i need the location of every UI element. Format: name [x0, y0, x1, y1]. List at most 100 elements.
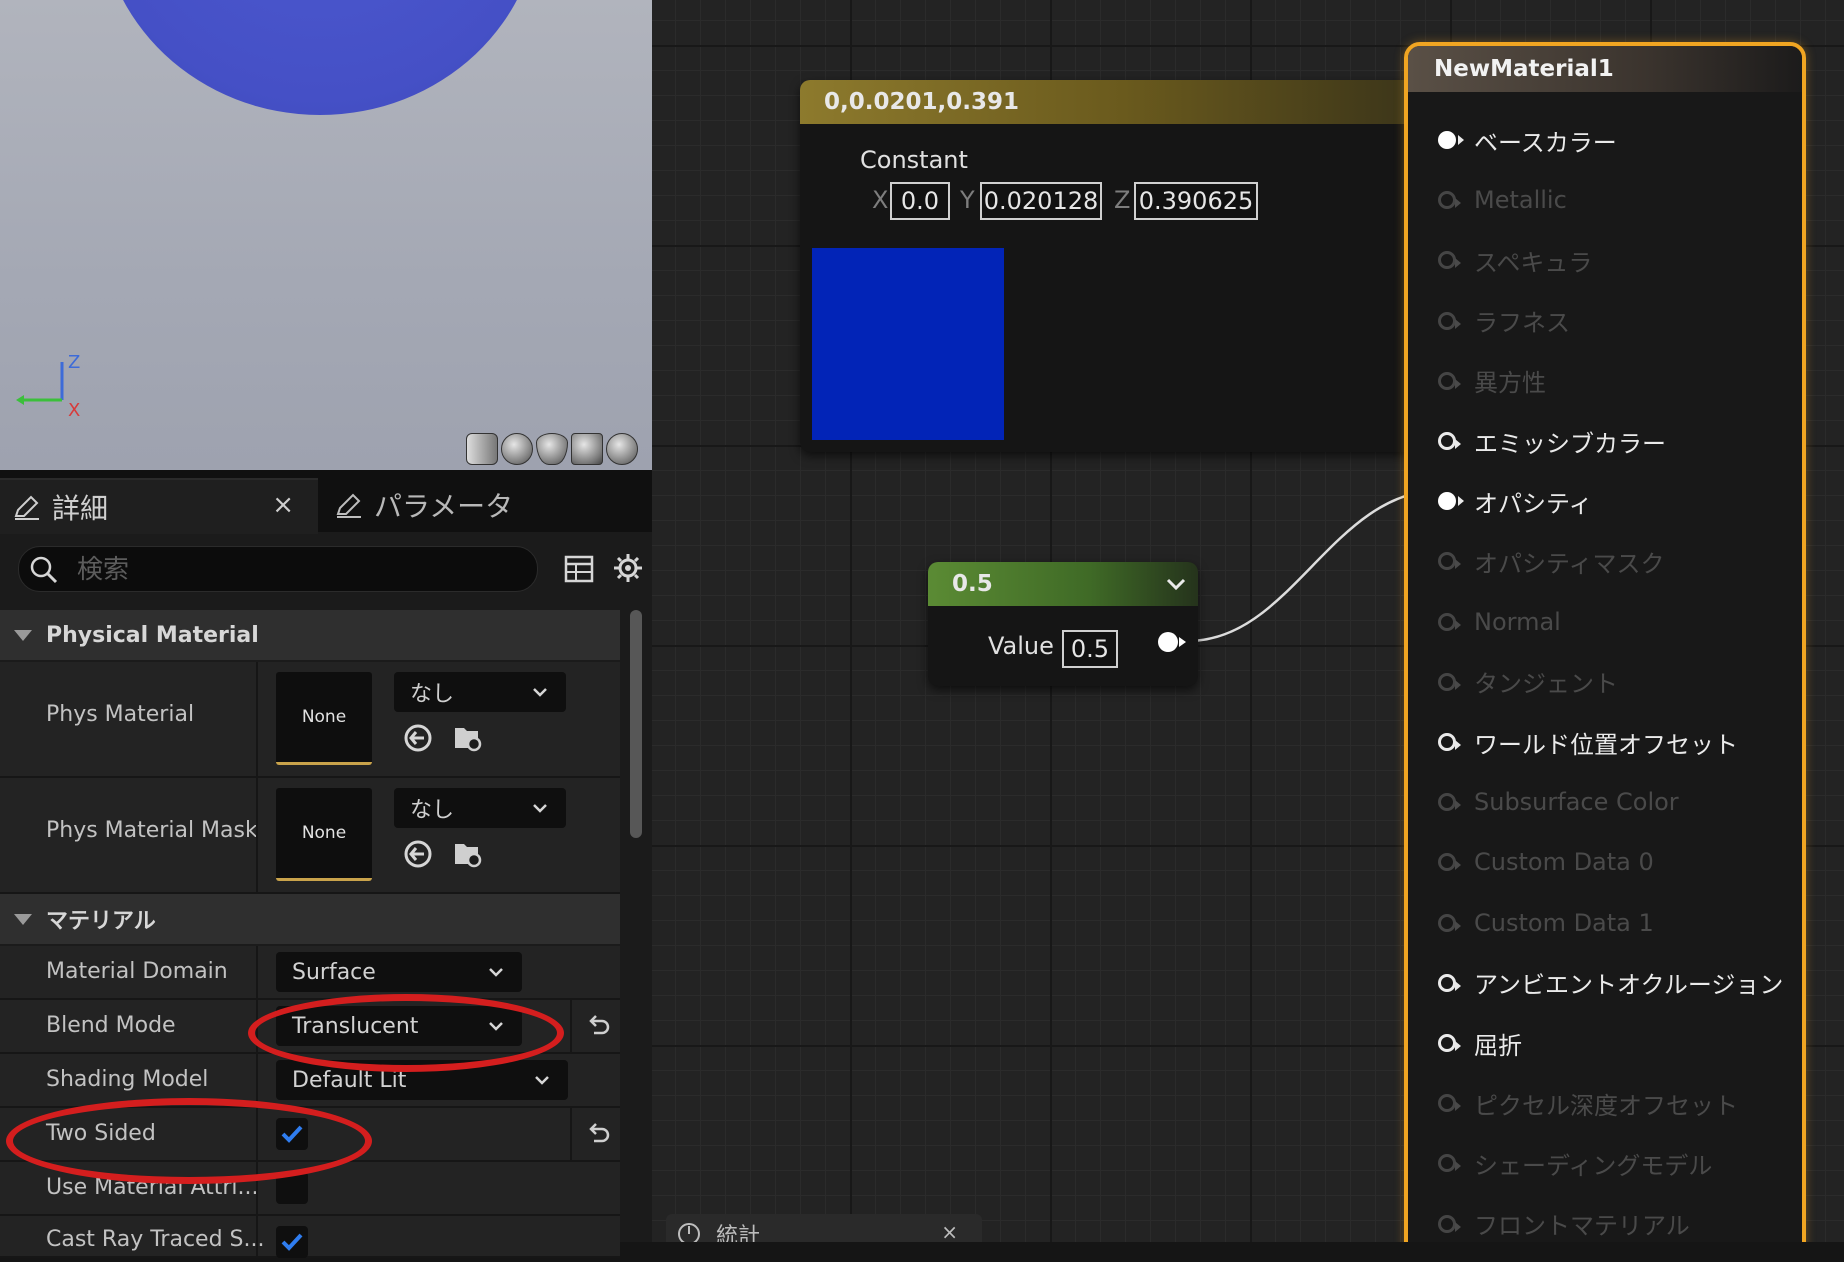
- search-box[interactable]: [18, 546, 538, 593]
- input-pin-icon[interactable]: [1438, 1214, 1461, 1233]
- plane-preview-icon[interactable]: [536, 433, 569, 465]
- material-input-pin[interactable]: タンジェント: [1438, 664, 1618, 700]
- input-pin-icon[interactable]: [1438, 1154, 1461, 1173]
- input-pin-icon[interactable]: [1438, 973, 1461, 992]
- tab-stats[interactable]: 統計 ×: [666, 1214, 982, 1242]
- input-pin-icon[interactable]: [1438, 492, 1464, 511]
- material-preview-viewport[interactable]: Z X: [0, 0, 652, 470]
- reset-to-default-icon[interactable]: [584, 1120, 612, 1148]
- material-input-pin[interactable]: ラフネス: [1438, 303, 1570, 339]
- input-pin-icon[interactable]: [1438, 913, 1461, 932]
- material-input-pin[interactable]: 異方性: [1438, 363, 1546, 399]
- material-input-pin[interactable]: オパシティ: [1438, 483, 1593, 519]
- chevron-down-icon[interactable]: [1164, 572, 1188, 596]
- chevron-down-icon: [533, 688, 547, 697]
- scalar-constant-node[interactable]: 0.5 Value 0.5: [928, 562, 1198, 686]
- shading-model-label: Shading Model: [46, 1067, 209, 1092]
- sphere-preview-icon[interactable]: [501, 433, 534, 465]
- material-graph-canvas[interactable]: 0,0.0201,0.391 Constant X 0.0 Y 0.020128…: [652, 0, 1844, 1242]
- material-input-pin[interactable]: Custom Data 1: [1438, 905, 1654, 941]
- browse-folder-icon[interactable]: [452, 838, 484, 870]
- color-preview-swatch: [812, 248, 1004, 440]
- input-pin-label: オパシティ: [1474, 489, 1593, 518]
- material-domain-dropdown[interactable]: Surface: [276, 952, 522, 992]
- section-material[interactable]: マテリアル: [0, 894, 620, 944]
- browse-folder-icon[interactable]: [452, 722, 484, 754]
- annotation-ellipse: [248, 994, 564, 1072]
- input-pin-icon[interactable]: [1438, 1094, 1461, 1113]
- x-value-field[interactable]: 0.0: [890, 182, 950, 220]
- material-input-pin[interactable]: Metallic: [1438, 182, 1567, 218]
- preview-shape-toolbar: [466, 433, 639, 469]
- axis-x-label: X: [68, 400, 80, 421]
- search-row: [0, 532, 652, 608]
- axis-gizmo: Z X: [16, 352, 80, 421]
- input-pin-icon[interactable]: [1438, 131, 1464, 149]
- constant-node-title: 0,0.0201,0.391: [824, 89, 1019, 115]
- input-pin-icon[interactable]: [1438, 1034, 1461, 1052]
- pencil-icon: [336, 493, 361, 518]
- input-pin-icon[interactable]: [1438, 672, 1461, 691]
- cube-preview-icon[interactable]: [571, 433, 604, 465]
- phys-material-dropdown[interactable]: なし: [394, 672, 566, 712]
- gear-icon[interactable]: [612, 552, 644, 584]
- result-node-header[interactable]: NewMaterial1: [1408, 46, 1802, 92]
- use-selected-asset-icon[interactable]: [402, 722, 434, 754]
- table-view-icon[interactable]: [564, 554, 594, 584]
- chevron-down-icon: [533, 804, 547, 813]
- use-selected-asset-icon[interactable]: [402, 838, 434, 870]
- custom-mesh-preview-icon[interactable]: [606, 433, 639, 465]
- input-pin-icon[interactable]: [1438, 251, 1461, 270]
- material-result-node[interactable]: NewMaterial1 ベースカラー Metallic スペキュララフネス異方性エ…: [1404, 42, 1806, 1242]
- material-input-pin[interactable]: アンビエントオクルージョン: [1438, 965, 1783, 1001]
- z-value-field[interactable]: 0.390625: [1134, 182, 1258, 220]
- asset-thumbnail[interactable]: None: [276, 788, 372, 881]
- scalar-node-header[interactable]: 0.5: [928, 562, 1198, 606]
- material-input-pin[interactable]: 屈折: [1438, 1025, 1522, 1061]
- input-pin-icon[interactable]: [1438, 853, 1461, 872]
- z-axis-label: Z: [1114, 186, 1131, 214]
- input-pin-icon[interactable]: [1438, 552, 1461, 571]
- y-value-field[interactable]: 0.020128: [980, 182, 1102, 220]
- row-divider: [256, 1216, 258, 1256]
- cylinder-preview-icon[interactable]: [466, 433, 498, 465]
- input-pin-icon[interactable]: [1438, 191, 1461, 210]
- dropdown-value: Surface: [292, 959, 376, 985]
- asset-thumbnail[interactable]: None: [276, 672, 372, 765]
- section-physical-material[interactable]: Physical Material: [0, 610, 620, 660]
- blend-mode-label: Blend Mode: [46, 1013, 176, 1038]
- reset-to-default-icon[interactable]: [584, 1012, 612, 1040]
- material-input-pin[interactable]: Normal: [1438, 604, 1561, 640]
- material-input-pin[interactable]: オパシティマスク: [1438, 543, 1665, 579]
- tab-details[interactable]: 詳細 ×: [0, 478, 318, 534]
- cast-ray-traced-checkbox[interactable]: [276, 1226, 308, 1258]
- input-pin-icon[interactable]: [1438, 311, 1461, 330]
- close-icon[interactable]: ×: [941, 1220, 958, 1242]
- material-input-pin[interactable]: フロントマテリアル: [1438, 1206, 1690, 1242]
- search-input[interactable]: [75, 547, 519, 593]
- material-input-pin[interactable]: Custom Data 0: [1438, 844, 1654, 880]
- phys-material-mask-label: Phys Material Mask: [46, 818, 258, 843]
- input-pin-label: Metallic: [1474, 186, 1567, 215]
- input-pin-icon[interactable]: [1438, 793, 1461, 812]
- chevron-down-icon: [489, 968, 503, 977]
- material-input-pin[interactable]: ワールド位置オフセット: [1438, 724, 1738, 760]
- tab-parameters[interactable]: パラメータ: [322, 478, 642, 532]
- material-input-pin[interactable]: Subsurface Color: [1438, 784, 1679, 820]
- material-input-pin[interactable]: シェーディングモデル: [1438, 1145, 1712, 1181]
- material-input-pin[interactable]: スペキュラ: [1438, 242, 1592, 278]
- material-input-pin[interactable]: エミッシブカラー: [1438, 423, 1666, 459]
- input-pin-icon[interactable]: [1438, 371, 1461, 390]
- result-node-title: NewMaterial1: [1434, 56, 1614, 82]
- material-input-pin[interactable]: ベースカラー: [1438, 122, 1617, 158]
- phys-material-mask-dropdown[interactable]: なし: [394, 788, 566, 828]
- output-pin-scalar[interactable]: [1158, 632, 1186, 652]
- close-icon[interactable]: ×: [272, 490, 294, 520]
- input-pin-icon[interactable]: [1438, 432, 1461, 450]
- details-scrollbar[interactable]: [630, 610, 642, 838]
- preview-sphere: [100, 0, 540, 115]
- input-pin-icon[interactable]: [1438, 733, 1461, 751]
- scalar-value-field[interactable]: 0.5: [1062, 630, 1118, 668]
- input-pin-icon[interactable]: [1438, 612, 1461, 631]
- material-input-pin[interactable]: ピクセル深度オフセット: [1438, 1085, 1738, 1121]
